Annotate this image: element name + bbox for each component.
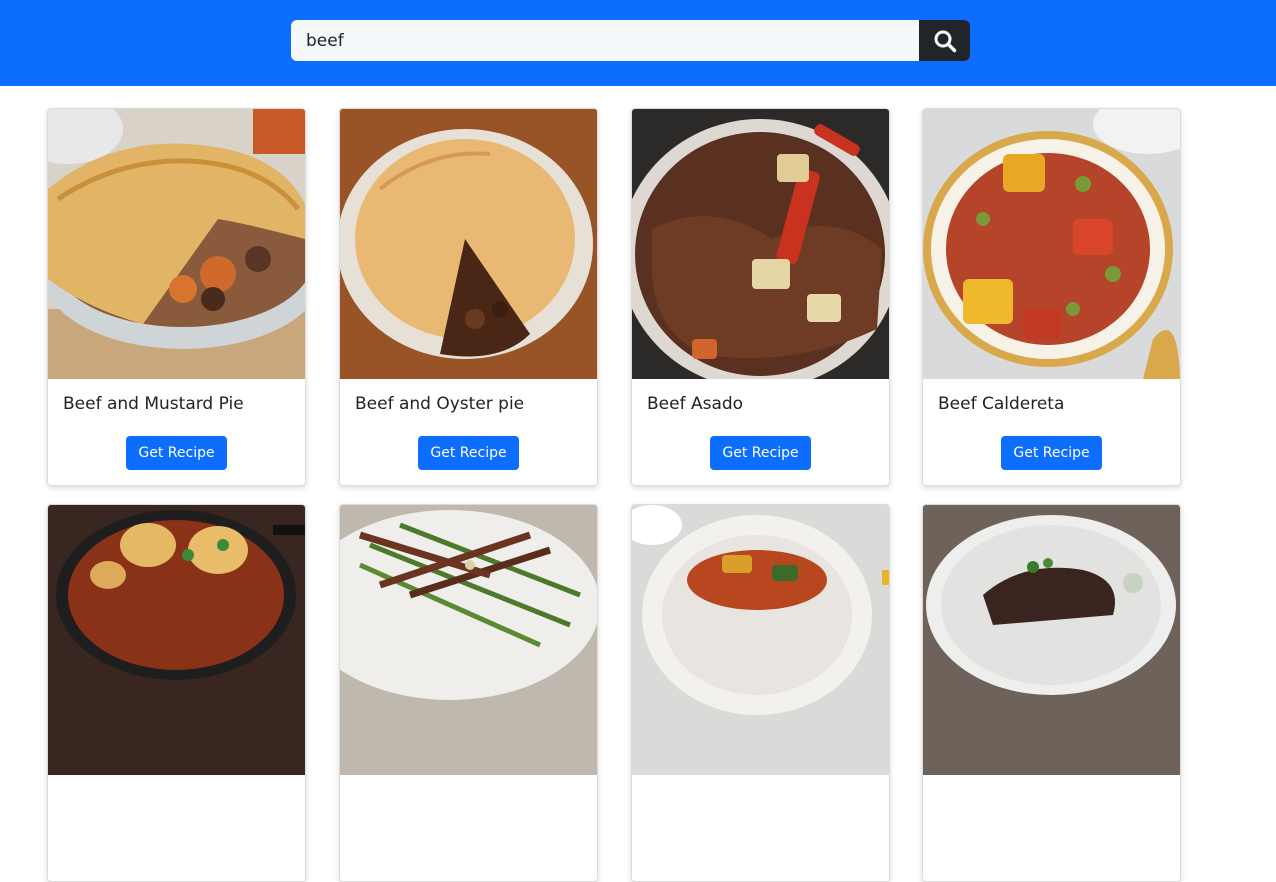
recipe-card — [47, 504, 306, 882]
top-header-bar — [0, 0, 1276, 86]
recipe-title: Beef Caldereta — [938, 394, 1065, 414]
search-input[interactable] — [291, 20, 919, 61]
get-recipe-button[interactable]: Get Recipe — [710, 436, 811, 470]
recipe-image — [632, 109, 889, 379]
search-bar — [291, 20, 970, 61]
recipe-image — [632, 505, 889, 775]
search-icon — [934, 30, 956, 52]
recipe-image — [48, 505, 305, 775]
recipe-card — [922, 504, 1181, 882]
get-recipe-button[interactable]: Get Recipe — [126, 436, 227, 470]
recipe-title: Beef Asado — [647, 394, 744, 414]
recipe-image — [923, 109, 1180, 379]
recipe-card: Beef Asado Get Recipe — [631, 108, 890, 486]
recipe-card — [631, 504, 890, 882]
recipe-card: Beef and Oyster pie Get Recipe — [339, 108, 598, 486]
recipe-image — [923, 505, 1180, 775]
recipe-card: Beef and Mustard Pie Get Recipe — [47, 108, 306, 486]
recipe-image — [340, 505, 597, 775]
recipe-card: Beef Caldereta Get Recipe — [922, 108, 1181, 486]
recipe-title: Beef and Oyster pie — [355, 394, 525, 414]
recipe-title: Beef and Mustard Pie — [63, 394, 244, 414]
recipe-card — [339, 504, 598, 882]
recipe-image — [340, 109, 597, 379]
get-recipe-button[interactable]: Get Recipe — [418, 436, 519, 470]
search-button[interactable] — [919, 20, 970, 61]
recipe-image — [48, 109, 305, 379]
get-recipe-button[interactable]: Get Recipe — [1001, 436, 1102, 470]
